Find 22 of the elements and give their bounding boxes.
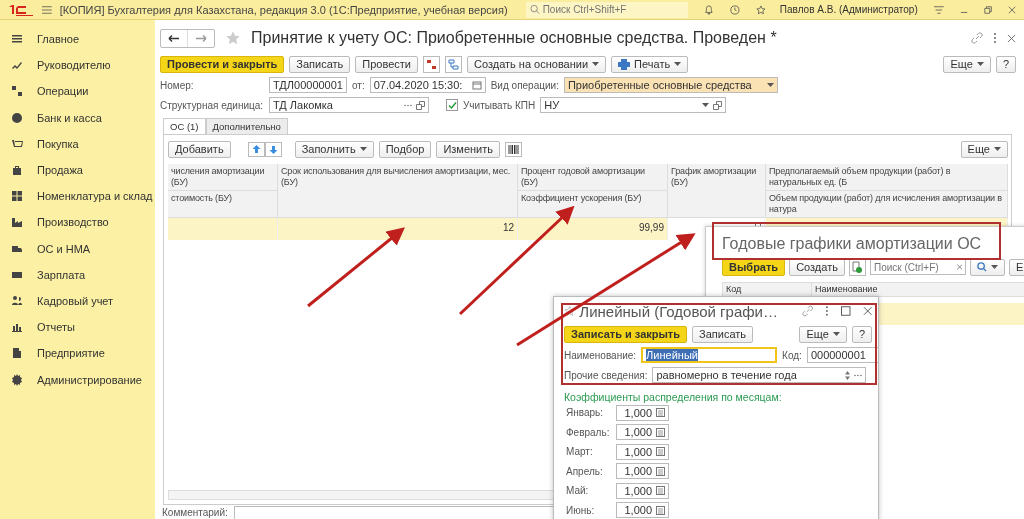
section-title: Коэффициенты распределения по месяцам: xyxy=(564,391,783,403)
window-title: Годовые графики амортизации ОС xyxy=(722,235,983,253)
month-label: Апрель: xyxy=(566,465,604,477)
document-title: Принятие к учету ОС: Приобретенные основные средства. Проведен * xyxy=(251,29,777,47)
operation-label: Вид операции: xyxy=(490,79,559,91)
month-label: Март: xyxy=(566,446,594,458)
table-cell: 12 xyxy=(278,218,518,240)
name-label: Наименование: xyxy=(564,349,637,361)
date-label: от: xyxy=(352,79,365,91)
month-label: Февраль: xyxy=(566,426,611,438)
number-label: Номер: xyxy=(160,79,195,91)
app-title: [КОПИЯ] Бухгалтерия для Казахстана, редакция 3.0 (1С:Предприятие, учебная версия) xyxy=(59,3,508,16)
other-info-label: Прочие сведения: xyxy=(564,369,648,381)
month-label: Январь: xyxy=(566,407,605,419)
month-label: Июнь: xyxy=(566,504,596,516)
kpn-label: Учитывать КПН xyxy=(463,99,536,111)
table-cell: 99,99 xyxy=(518,218,668,240)
code-label: Код: xyxy=(782,349,802,361)
window-title: Линейный (Годовой графи… xyxy=(579,302,778,320)
comment-label: Комментарий: xyxy=(162,506,228,518)
unit-label: Структурная единица: xyxy=(160,99,264,111)
month-label: Май: xyxy=(566,485,590,497)
